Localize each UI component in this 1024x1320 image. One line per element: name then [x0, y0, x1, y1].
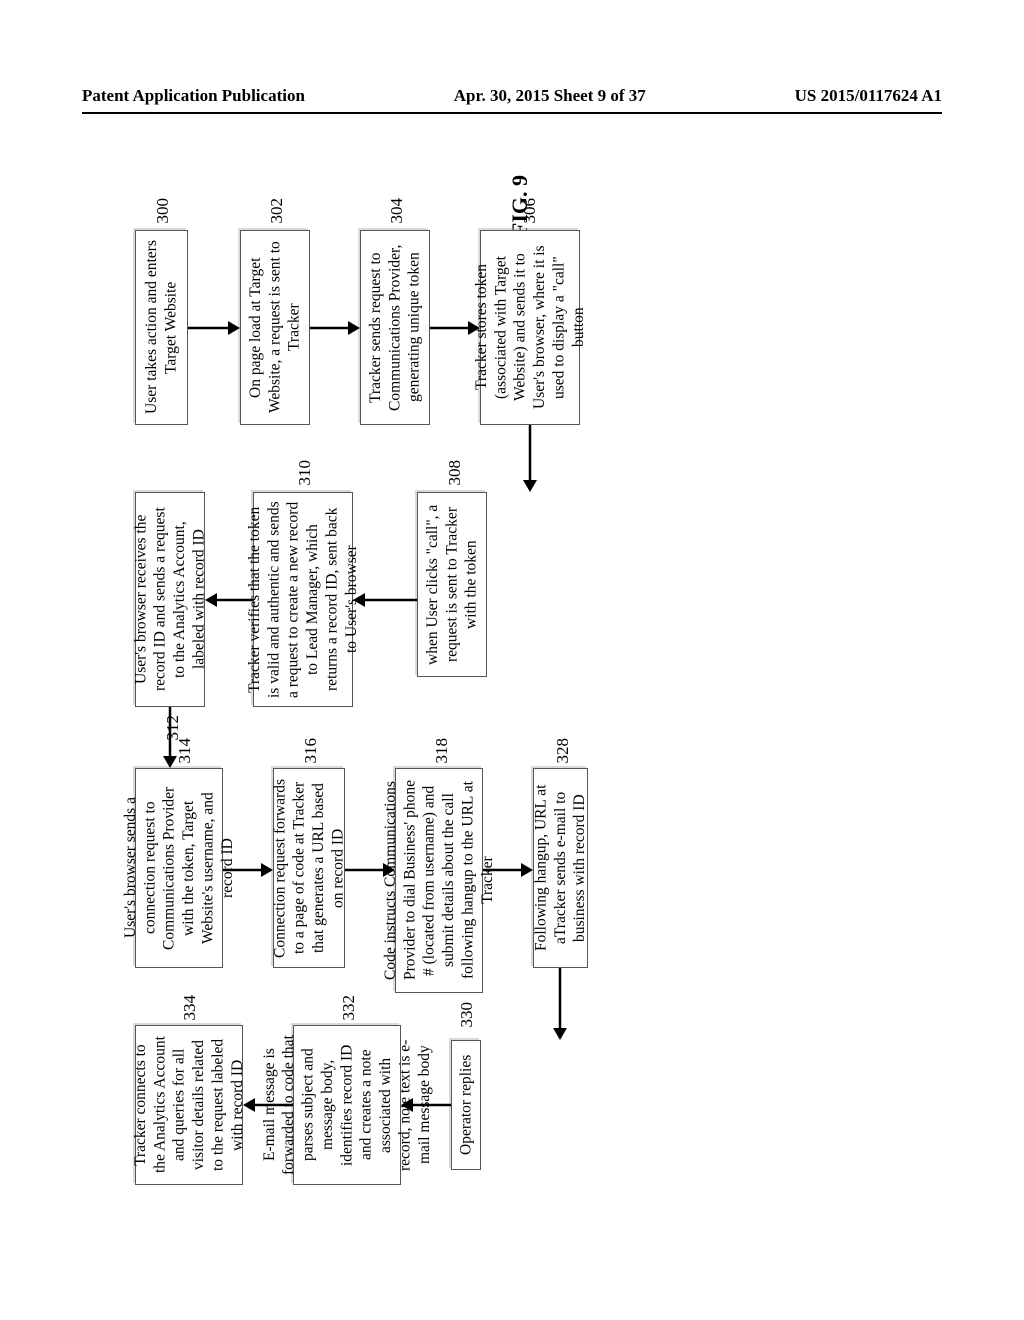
arrow-306-308: [520, 425, 540, 492]
arrow-314-316: [223, 860, 273, 880]
arrow-302-304: [310, 318, 360, 338]
ref-300: 300: [153, 198, 173, 224]
header-left: Patent Application Publication: [82, 86, 305, 106]
box-308: when User clicks "call", a request is se…: [417, 492, 487, 677]
box-310: Tracker verifies that the token is valid…: [253, 492, 353, 707]
box-306: Tracker stores token (associated with Ta…: [480, 230, 580, 425]
box-314: User's browser sends a connection reques…: [135, 768, 223, 968]
arrow-316-318: [345, 860, 395, 880]
ref-330: 330: [457, 1002, 477, 1028]
ref-306: 306: [520, 198, 540, 224]
box-300: User takes action and enters Target Webs…: [135, 230, 188, 425]
arrow-310-312: [205, 590, 253, 610]
ref-328: 328: [553, 738, 573, 764]
arrow-into-330: [481, 1095, 561, 1109]
arrow-306-308-h: [487, 485, 532, 499]
box-334: Tracker connects to the Analytics Accoun…: [135, 1025, 243, 1185]
page-header: Patent Application Publication Apr. 30, …: [82, 86, 942, 114]
ref-316: 316: [301, 738, 321, 764]
ref-332: 332: [339, 995, 359, 1021]
box-318: Code instructs Communications Provider t…: [395, 768, 483, 993]
figure-9: FIG. 9 User takes action and enters Targ…: [135, 170, 890, 1190]
box-316: Connection request forwards to a page of…: [273, 768, 345, 968]
arrow-300-302: [188, 318, 240, 338]
arrow-312-314: [160, 707, 180, 768]
box-312: User's browser receives the record ID an…: [135, 492, 205, 707]
box-302: On page load at Target Website, a reques…: [240, 230, 310, 425]
box-328: Following hangup, URL at aTracker sends …: [533, 768, 588, 968]
box-330: Operator replies: [451, 1040, 481, 1170]
ref-318: 318: [432, 738, 452, 764]
header-center: Apr. 30, 2015 Sheet 9 of 37: [454, 86, 646, 106]
box-304: Tracker sends request to Communications …: [360, 230, 430, 425]
arrow-332-334: [243, 1095, 293, 1115]
ref-304: 304: [387, 198, 407, 224]
arrow-318-328: [483, 860, 533, 880]
ref-310: 310: [295, 460, 315, 486]
header-right: US 2015/0117624 A1: [795, 86, 942, 106]
ref-302: 302: [267, 198, 287, 224]
arrow-328-330: [550, 968, 570, 1040]
arrow-304-306: [430, 318, 480, 338]
ref-308: 308: [445, 460, 465, 486]
arrow-308-310: [353, 590, 417, 610]
box-332: E-mail message is forwarded to code that…: [293, 1025, 401, 1185]
arrow-330-332: [401, 1095, 451, 1115]
ref-334: 334: [180, 995, 200, 1021]
